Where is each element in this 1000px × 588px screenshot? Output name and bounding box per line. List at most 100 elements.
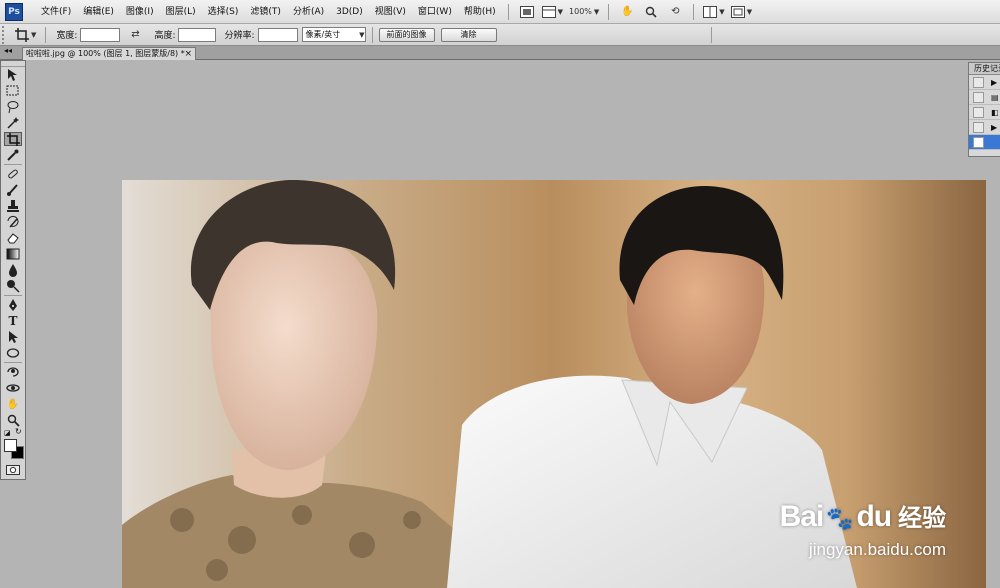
history-item[interactable]: ▤ [969,90,1000,105]
menu-edit[interactable]: 编辑(E) [77,0,120,24]
options-divider [45,26,47,43]
3d-rotate-tool-icon[interactable] [4,365,22,379]
eraser-tool-icon[interactable] [4,231,22,245]
menu-view[interactable]: 视图(V) [369,0,412,24]
menu-layer[interactable]: 图层(L) [160,0,202,24]
history-snapshot-checkbox[interactable] [973,92,984,103]
clear-button[interactable]: 清除 [440,27,497,42]
options-bar: ▼ 宽度: ⇄ 高度: 分辨率: 像素/英寸 ▼ 前面的图像 清除 [0,24,1000,46]
default-colors-icon[interactable]: ◪ [4,429,11,437]
history-snapshot-checkbox[interactable] [973,77,984,88]
document-tab[interactable]: 啦啦啦.jpg @ 100% (图层 1, 图层蒙版/8) * × [22,47,196,60]
history-snapshot-checkbox[interactable] [973,107,984,118]
baidu-jingyan-watermark: Bai 🐾 du 经验 jingyan.baidu.com [780,498,946,560]
menu-window[interactable]: 窗口(W) [412,0,458,24]
zoom-tool-button[interactable] [642,3,660,21]
history-panel: 历史记录 ▶ ▤ ◧ ▶ [968,62,1000,157]
magnifier-icon [646,6,657,18]
move-tool-icon[interactable] [4,68,22,82]
left-figure-face [210,232,378,471]
menu-file[interactable]: 文件(F) [35,0,77,24]
quick-mask-icon[interactable] [6,465,20,475]
hand-icon: ✋ [621,6,634,17]
document-canvas[interactable]: Bai 🐾 du 经验 jingyan.baidu.com [122,180,986,588]
watermark-brand-cn: 经验 [898,504,946,532]
tools-panel-grip[interactable] [1,61,25,67]
tools-divider [4,295,22,296]
menu-image[interactable]: 图像(I) [120,0,160,24]
document-title: 啦啦啦.jpg @ 100% (图层 1, 图层蒙版/8) * [26,49,185,58]
menubar-divider [608,3,610,20]
pen-tool-icon[interactable] [4,298,22,312]
path-selection-tool-icon[interactable] [4,330,22,344]
history-brush-tool-icon[interactable] [4,215,22,229]
history-item[interactable]: ◧ [969,105,1000,120]
menu-help[interactable]: 帮助(H) [458,0,502,24]
history-state-marker-icon[interactable] [973,137,984,148]
swap-dimensions-icon[interactable]: ⇄ [126,26,144,44]
menu-select[interactable]: 选择(S) [202,0,245,24]
crop-icon [15,27,29,42]
swap-colors-icon[interactable]: ↻ [15,427,22,436]
shape-tool-icon[interactable] [4,346,22,360]
launch-bridge-button[interactable] [518,3,536,21]
arrange-documents-icon [703,5,718,18]
3d-orbit-tool-icon[interactable] [4,381,22,395]
eyedropper-tool-icon[interactable] [4,148,22,162]
resolution-units-select[interactable]: 像素/英寸 ▼ [301,27,366,42]
menu-3d[interactable]: 3D(D) [330,0,369,24]
magic-wand-tool-icon[interactable] [4,116,22,130]
history-item[interactable]: ▶ [969,75,1000,90]
height-field[interactable] [178,27,217,42]
menu-analysis[interactable]: 分析(A) [287,0,330,24]
marquee-tool-icon[interactable] [4,84,22,98]
type-tool-icon[interactable]: T [4,314,22,328]
menubar-divider [507,3,509,20]
options-grip[interactable] [2,25,11,44]
foreground-color-swatch[interactable] [4,439,17,452]
view-extras-icon [541,5,556,18]
move-icon: ▶ [991,78,998,87]
watermark-brand: Bai [779,500,825,533]
chevron-down-icon: ▼ [557,7,564,16]
blur-tool-icon[interactable] [4,263,22,277]
close-icon[interactable]: × [184,48,192,60]
arrange-documents-button[interactable]: ▼ [703,3,725,21]
dodge-tool-icon[interactable] [4,279,22,293]
zoom-tool-icon[interactable] [4,413,22,427]
view-extras-button[interactable]: ▼ [541,3,564,21]
screen-mode-button[interactable]: ▼ [730,3,752,21]
zoom-level-value: 100% [569,7,592,16]
history-panel-title[interactable]: 历史记录 [969,63,1000,75]
options-divider [710,26,712,43]
zoom-level-select[interactable]: 100% ▼ [569,3,599,21]
layer-mask-icon: ◧ [991,108,999,117]
chevron-down-icon: ▼ [359,30,365,39]
menu-filter[interactable]: 滤镜(T) [244,0,287,24]
healing-brush-tool-icon[interactable] [4,167,22,181]
history-item-selected[interactable] [969,135,1000,150]
options-divider [371,26,373,43]
chevron-down-icon: ▼ [593,7,600,16]
lasso-tool-icon[interactable] [4,100,22,114]
front-image-button[interactable]: 前面的图像 [378,27,435,42]
tools-panel: T ✋ ◪ ↻ [0,60,26,480]
history-snapshot-checkbox[interactable] [973,122,984,133]
rotate-view-icon: ⟲ [671,6,680,17]
hand-tool-button[interactable]: ✋ [618,3,636,21]
width-field[interactable] [80,27,121,42]
tools-divider [4,164,22,165]
history-item[interactable]: ▶ [969,120,1000,135]
brush-tool-icon[interactable] [4,183,22,197]
resolution-field[interactable] [257,27,298,42]
document-tab-strip: ◂◂ 啦啦啦.jpg @ 100% (图层 1, 图层蒙版/8) * × [0,46,1000,60]
hand-tool-icon[interactable]: ✋ [4,397,22,411]
clone-stamp-tool-icon[interactable] [4,199,22,213]
crop-tool-icon[interactable] [4,132,22,146]
gradient-tool-icon[interactable] [4,247,22,261]
watermark-url: jingyan.baidu.com [808,540,946,559]
tool-preset-picker[interactable]: ▼ [15,26,36,44]
baidu-logo: Bai 🐾 du 经验 [780,498,946,534]
collapse-panels-icon[interactable]: ◂◂ [4,46,12,55]
rotate-view-button[interactable]: ⟲ [666,3,684,21]
